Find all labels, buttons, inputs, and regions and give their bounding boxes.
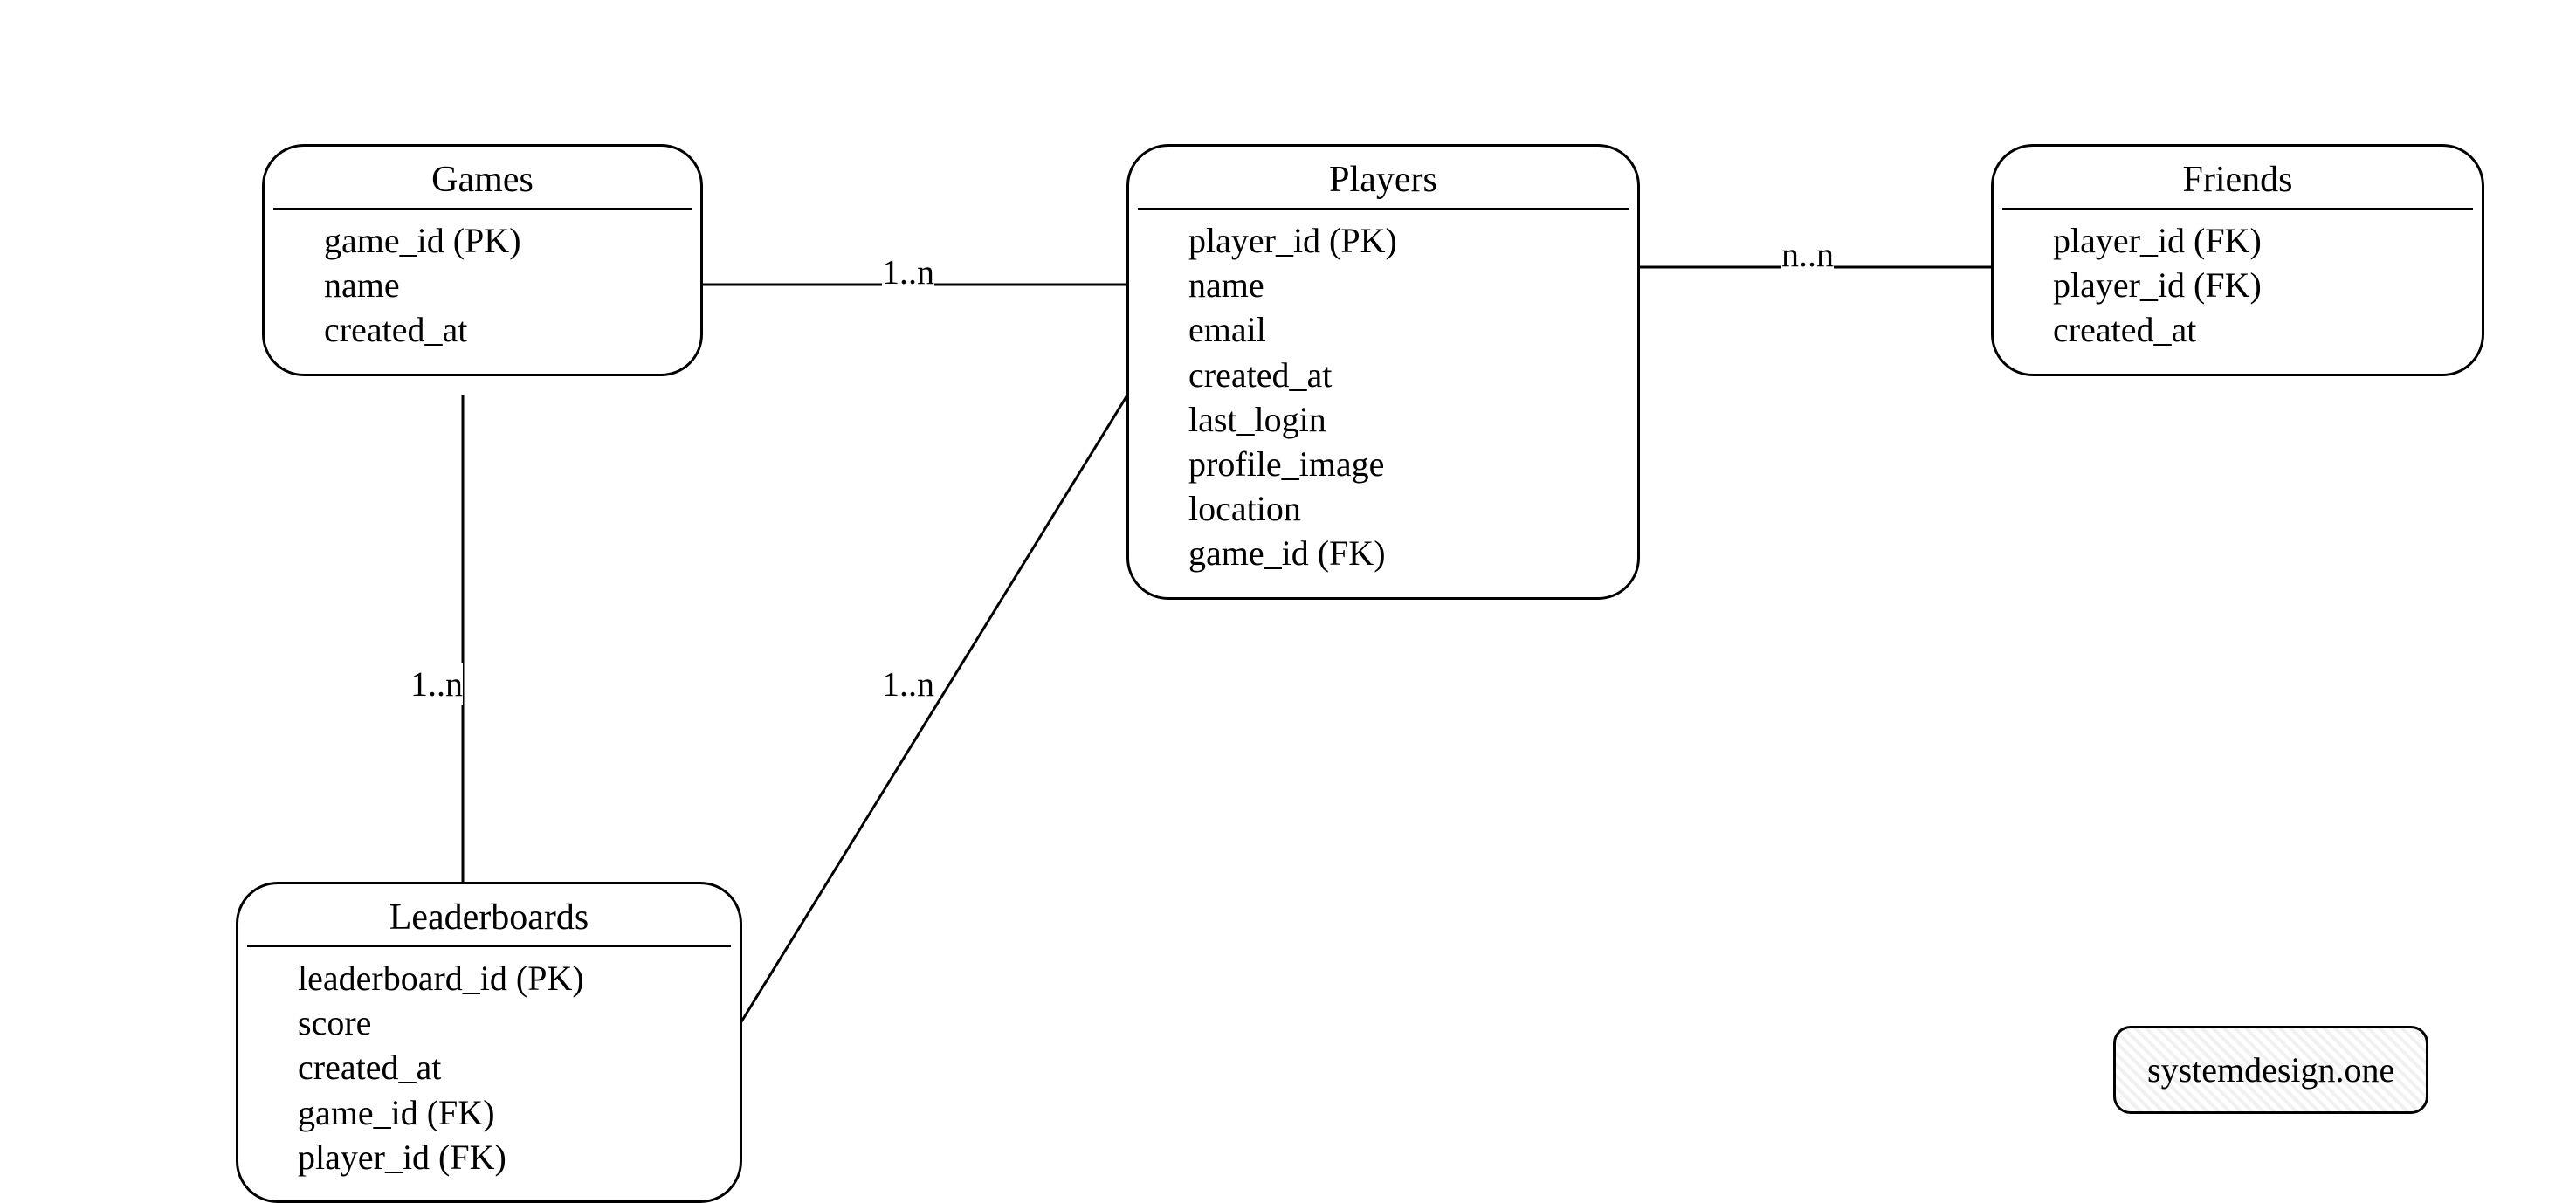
relationship-games-players: 1..n [882, 251, 934, 292]
entity-title: Leaderboards [247, 884, 731, 947]
field: created_at [324, 307, 700, 352]
field: name [324, 263, 700, 307]
field: game_id (FK) [1188, 531, 1637, 575]
entity-title: Friends [2002, 147, 2473, 210]
entity-players: Players player_id (PK) name email create… [1126, 144, 1640, 600]
entity-friends: Friends player_id (FK) player_id (FK) cr… [1991, 144, 2484, 376]
field: player_id (FK) [298, 1135, 740, 1179]
entity-games: Games game_id (PK) name created_at [262, 144, 703, 376]
field: last_login [1188, 397, 1637, 442]
entity-leaderboards: Leaderboards leaderboard_id (PK) score c… [236, 882, 742, 1203]
entity-fields: player_id (PK) name email created_at las… [1129, 210, 1637, 597]
entity-title: Players [1138, 147, 1629, 210]
field: game_id (PK) [324, 218, 700, 263]
field: player_id (PK) [1188, 218, 1637, 263]
entity-fields: leaderboard_id (PK) score created_at gam… [238, 947, 740, 1200]
entity-fields: game_id (PK) name created_at [265, 210, 700, 374]
field: name [1188, 263, 1637, 307]
field: game_id (FK) [298, 1090, 740, 1135]
field: profile_image [1188, 442, 1637, 486]
field: score [298, 1000, 740, 1045]
relationship-players-leaderboards: 1..n [882, 663, 934, 705]
field: created_at [2053, 307, 2482, 352]
diagram-canvas: Games game_id (PK) name created_at Playe… [0, 0, 2576, 1194]
field: location [1188, 486, 1637, 531]
relationship-players-friends: n..n [1781, 234, 1834, 275]
field: created_at [298, 1045, 740, 1090]
entity-title: Games [273, 147, 692, 210]
field: leaderboard_id (PK) [298, 956, 740, 1000]
field: created_at [1188, 353, 1637, 397]
field: player_id (FK) [2053, 263, 2482, 307]
field: player_id (FK) [2053, 218, 2482, 263]
watermark-badge: systemdesign.one [2113, 1026, 2428, 1114]
relationship-games-leaderboards: 1..n [410, 663, 463, 705]
field: email [1188, 307, 1637, 352]
entity-fields: player_id (FK) player_id (FK) created_at [1994, 210, 2482, 374]
